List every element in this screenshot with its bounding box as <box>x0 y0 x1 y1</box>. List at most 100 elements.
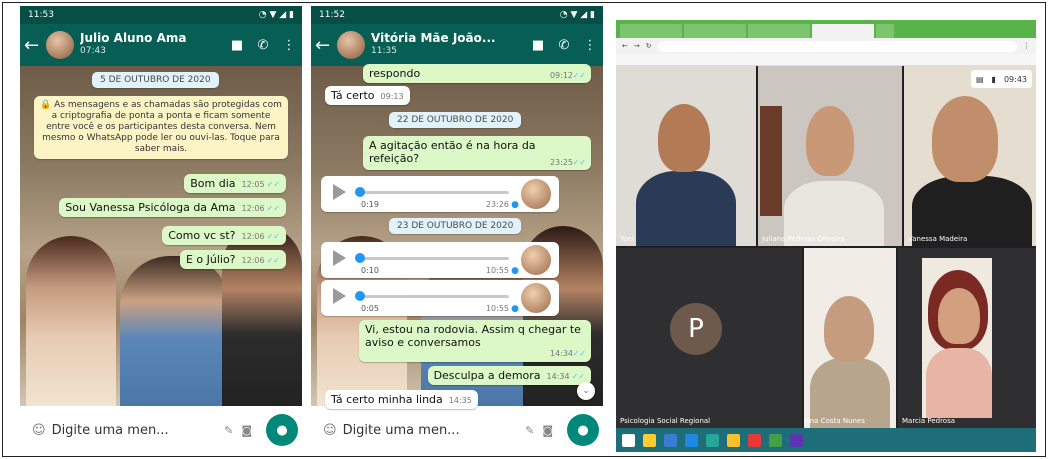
message-bubble[interactable]: Vi, estou na rodovia. Assim q chegar te … <box>359 320 591 362</box>
message-bubble[interactable]: Sou Vanessa Psicóloga da Ama 12:06 ✓✓ <box>59 198 286 217</box>
message-bubble[interactable]: Como vc st? 12:06 ✓✓ <box>162 226 286 245</box>
message-text: Vi, estou na rodovia. Assim q chegar te … <box>365 323 581 349</box>
voice-progress-track[interactable] <box>355 187 509 197</box>
date-chip: 5 DE OUTUBRO DE 2020 <box>92 72 219 88</box>
chat-area[interactable]: 5 DE OUTUBRO DE 2020 🔒 As mensagens e as… <box>20 66 302 406</box>
voice-mic-icon: ● <box>511 200 519 210</box>
message-input-placeholder: Digite uma men... <box>342 422 460 438</box>
participants-icon[interactable]: ▤ <box>976 75 984 84</box>
contact-info[interactable]: Julio Aluno Ama 07:43 <box>80 32 224 58</box>
participant-tile[interactable]: Marcia Pedrosa <box>898 248 1036 428</box>
message-bubble[interactable]: A agitação então é na hora da refeição? 2… <box>363 136 591 170</box>
video-call-icon[interactable]: ■ <box>525 38 551 53</box>
taskbar-app-icon[interactable] <box>706 433 719 447</box>
browser-tab-active[interactable] <box>812 24 874 38</box>
message-bubble[interactable]: E o Júlio? 12:06 ✓✓ <box>179 250 286 269</box>
participant-tile[interactable]: Yoel <box>616 66 756 246</box>
meeting-clock: 09:43 <box>1003 74 1027 84</box>
extensions-icon[interactable]: ⋮ <box>1023 42 1030 50</box>
read-ticks-icon: ✓✓ <box>266 256 280 265</box>
taskbar-app-icon[interactable] <box>664 433 677 447</box>
phone-call-icon[interactable]: ✆ <box>551 38 577 53</box>
participant-tile[interactable]: Juliana Pedrosa Oliveira <box>758 66 902 246</box>
attach-icon[interactable]: ✎ <box>224 424 233 437</box>
taskbar-app-icon[interactable] <box>727 433 740 447</box>
participant-tile[interactable]: ▤ ▮ 09:43 Vanessa Madeira <box>904 66 1036 246</box>
new-tab-button[interactable] <box>876 24 894 38</box>
message-bubble[interactable]: Bom dia 12:05 ✓✓ <box>184 174 286 193</box>
voice-duration: 0:05 <box>361 304 379 313</box>
taskbar-app-icon[interactable] <box>769 433 782 447</box>
start-icon[interactable] <box>622 433 635 447</box>
camera-icon[interactable]: ◙ <box>241 424 252 437</box>
message-time: 09:13 <box>380 92 404 101</box>
browser-tab[interactable] <box>748 24 810 38</box>
participant-name: Psicologia Social Regional <box>620 417 711 425</box>
voice-progress-track[interactable] <box>355 291 509 301</box>
play-icon[interactable] <box>333 288 346 304</box>
taskbar-app-icon[interactable] <box>790 433 803 447</box>
voice-progress-thumb[interactable] <box>355 253 365 263</box>
camera-icon[interactable]: ◙ <box>542 424 553 437</box>
more-options-icon[interactable]: ⋮ <box>577 38 603 53</box>
participant-name: Vanessa Madeira <box>908 235 968 243</box>
play-icon[interactable] <box>333 184 346 200</box>
chat-icon[interactable]: ▮ <box>992 75 996 84</box>
voice-message[interactable]: 0:10 10:55 ● <box>321 242 559 278</box>
whatsapp-screen-julio: 11:53 ◔ ▼ ◢ ▮ ← Julio Aluno Ama 07:43 ■ … <box>20 6 302 452</box>
video-call-icon[interactable]: ■ <box>224 38 250 53</box>
taskbar-app-icon[interactable] <box>748 433 761 447</box>
participant-video <box>926 348 992 418</box>
mic-icon: ● <box>577 422 589 438</box>
status-bar: 11:52 ◔ ▼ ◢ ▮ <box>311 6 603 24</box>
chat-area[interactable]: respondo 09:12 ✓✓ Tá certo 09:13 22 DE OUTU… <box>311 64 603 409</box>
attach-icon[interactable]: ✎ <box>525 424 534 437</box>
scroll-down-icon[interactable]: ⌄ <box>577 382 595 400</box>
mic-button[interactable]: ● <box>266 414 298 446</box>
contact-avatar[interactable] <box>46 31 74 59</box>
mic-button[interactable]: ● <box>567 414 599 446</box>
taskbar-app-icon[interactable] <box>685 433 698 447</box>
forward-icon[interactable]: → <box>634 42 640 50</box>
voice-progress-thumb[interactable] <box>355 187 365 197</box>
back-icon[interactable]: ← <box>622 42 628 50</box>
back-arrow-icon[interactable]: ← <box>315 35 331 56</box>
taskbar-app-icon[interactable] <box>643 433 656 447</box>
browser-tab[interactable] <box>684 24 746 38</box>
address-bar[interactable] <box>657 40 1017 52</box>
encryption-notice[interactable]: 🔒 As mensagens e as chamadas são protegi… <box>34 96 288 159</box>
contact-avatar[interactable] <box>337 31 365 59</box>
participant-initial-avatar: P <box>670 303 722 355</box>
voice-progress-track[interactable] <box>355 253 509 263</box>
message-text: Tá certo <box>331 89 375 102</box>
message-bubble[interactable]: Tá certo 09:13 <box>325 86 410 105</box>
message-bubble[interactable]: respondo 09:12 ✓✓ <box>363 64 591 83</box>
back-arrow-icon[interactable]: ← <box>24 35 40 56</box>
voice-message[interactable]: 0:19 23:26 ● <box>321 176 559 212</box>
message-input[interactable]: ☺ Digite uma men... ✎ ◙ <box>24 414 260 446</box>
play-icon[interactable] <box>333 250 346 266</box>
read-ticks-icon: ✓✓ <box>572 71 586 80</box>
bookshelf <box>760 106 782 216</box>
voice-message[interactable]: 0:05 10:55 ● <box>321 280 559 316</box>
participant-tile[interactable]: Ana Cristina Costa Nunes <box>804 248 896 428</box>
emoji-icon[interactable]: ☺ <box>323 423 337 438</box>
reload-icon[interactable]: ↻ <box>646 42 652 50</box>
participant-tile[interactable]: P Psicologia Social Regional <box>616 248 802 428</box>
message-bubble[interactable]: Tá certo minha linda 14:35 <box>325 390 478 409</box>
signal-icons: ◔ ▼ ◢ ▮ <box>559 10 595 20</box>
phone-call-icon[interactable]: ✆ <box>250 38 276 53</box>
participant-name: Ana Cristina Costa Nunes <box>804 417 865 425</box>
emoji-icon[interactable]: ☺ <box>32 423 46 438</box>
message-input[interactable]: ☺ Digite uma men... ✎ ◙ <box>315 414 561 446</box>
voice-progress-thumb[interactable] <box>355 291 365 301</box>
voice-duration: 0:10 <box>361 266 379 275</box>
browser-tab[interactable] <box>620 24 682 38</box>
more-options-icon[interactable]: ⋮ <box>276 38 302 53</box>
windows-taskbar <box>616 428 1036 452</box>
message-bubble[interactable]: Desculpa a demora 14:34 ✓✓ <box>427 366 591 385</box>
wallpaper-photo <box>26 236 116 406</box>
message-time: 23:26 <box>485 200 509 209</box>
contact-info[interactable]: Vitória Mãe João... 11:35 <box>371 32 525 58</box>
message-time: 12:06 <box>241 204 265 213</box>
